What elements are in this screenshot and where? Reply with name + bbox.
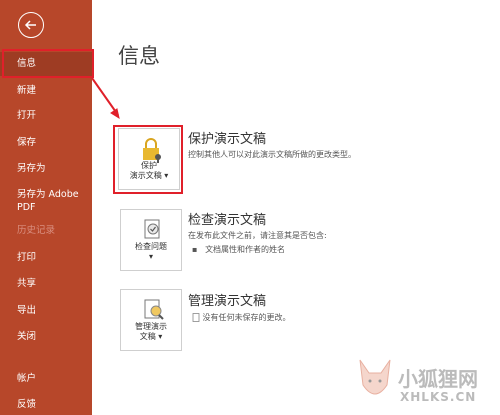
fox-logo-icon — [359, 359, 391, 395]
document-check-icon — [144, 219, 160, 239]
watermark-subtext: XHLKS.CN — [400, 390, 477, 404]
manage-button-label-2: 文稿 ▾ — [139, 332, 163, 341]
protect-description: 控制其他人可以对此演示文稿所做的更改类型。 — [188, 150, 356, 159]
inspect-bullet: ▪ 文档属性和作者的姓名 — [192, 245, 286, 254]
dropdown-arrow-icon: ▾ — [148, 252, 153, 261]
document-search-icon — [144, 299, 164, 320]
document-small-icon — [192, 313, 200, 322]
inspect-description: 在发布此文件之前，请注意其是否包含: — [188, 231, 327, 240]
page-title: 信息 — [118, 44, 160, 68]
manage-description: 没有任何未保存的更改。 — [192, 312, 291, 323]
check-for-issues-label: 检查问题 — [135, 242, 167, 251]
manage-button-label-1: 管理演示 — [135, 322, 167, 331]
manage-title: 管理演示文稿 — [188, 294, 267, 309]
annotation-arrow — [91, 77, 120, 120]
inspect-title: 检查演示文稿 — [188, 213, 267, 228]
protect-highlight-box — [113, 125, 183, 194]
watermark-text: 小狐狸网 — [398, 367, 478, 391]
manage-presentation-button[interactable]: 管理演示 文稿 ▾ — [120, 289, 182, 351]
protect-title: 保护演示文稿 — [188, 132, 267, 147]
check-for-issues-button[interactable]: 检查问题 ▾ — [120, 209, 182, 271]
